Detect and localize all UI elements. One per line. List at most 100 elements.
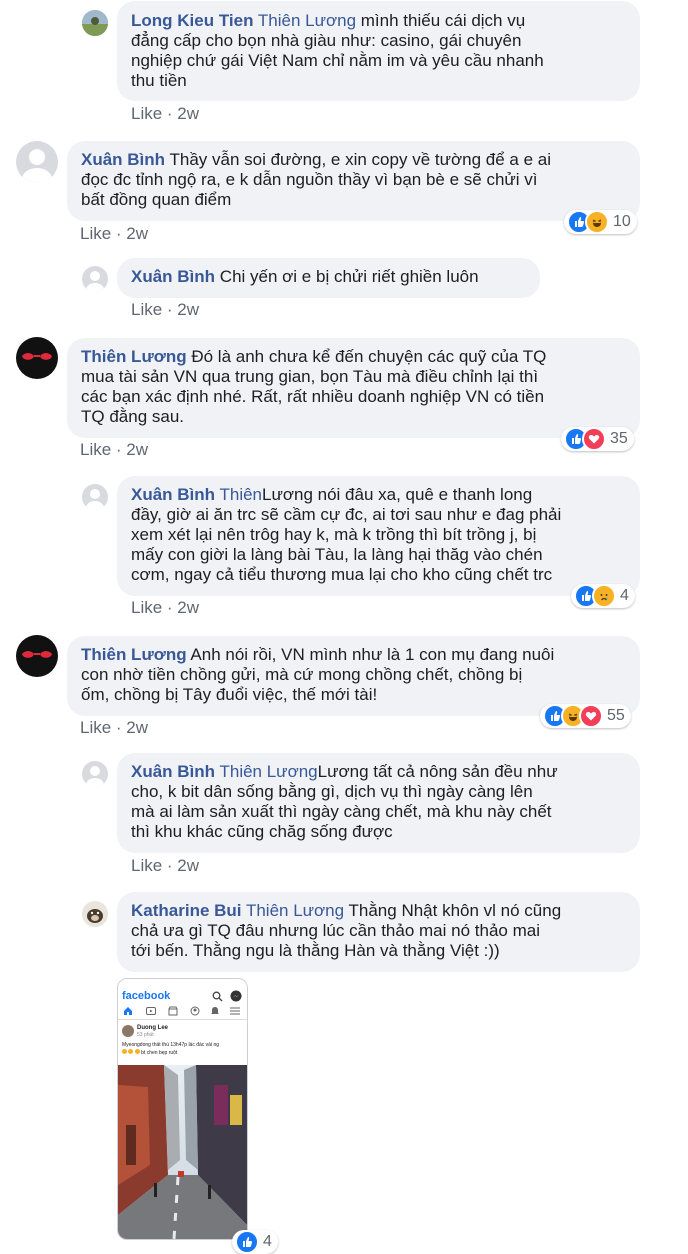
comment-bubble: Xuân Bình Thiên LươngLương tất cả nông s… [117, 753, 640, 853]
comment-mention[interactable]: Thiên Lương [219, 762, 317, 781]
comment-text-line: Lương tất cả nông sản đều như [317, 762, 558, 781]
comment-text-line: nghiệp chứ gái Việt Nam chỉ nằm im và yê… [131, 51, 544, 70]
comment-text-line: xem xét lại nên trôg hay k, mà k trồng t… [131, 525, 537, 544]
comment-text-line: chả ưa gì TQ đâu nhưng lúc cần thảo mai … [131, 921, 540, 940]
groups-icon [190, 1006, 200, 1016]
like-reaction-icon [235, 1230, 259, 1254]
like-button[interactable]: Like [131, 104, 162, 123]
comment-text-line: mình thiếu cái dịch vụ [360, 11, 526, 30]
comment-author[interactable]: Xuân Bình [131, 267, 215, 286]
laughing-emoji-icon [122, 1049, 127, 1054]
comment-author[interactable]: Xuân Bình [131, 485, 215, 504]
reaction-count: 55 [607, 707, 625, 724]
reaction-count: 35 [610, 430, 628, 447]
avatar[interactable] [16, 141, 58, 183]
messenger-icon [230, 990, 242, 1002]
landscape-avatar-icon [82, 10, 108, 36]
avatar[interactable] [16, 635, 58, 677]
avatar[interactable] [82, 266, 108, 292]
comment-author[interactable]: Xuân Bình [131, 762, 215, 781]
avatar[interactable] [82, 761, 108, 787]
post-text-second-line: bt chen bẹp ruột [122, 1049, 177, 1056]
comment-text-line: tới bến. Thằng ngu là thằng Hàn và thằng… [131, 941, 500, 960]
post-time: 53 phút [137, 1032, 154, 1038]
love-reaction-icon [582, 427, 606, 451]
post-text: Myeongdong thất thủ 13h47p lác đác vài n… [122, 1042, 220, 1048]
comment-text-line: Thằng Nhật khôn vl nó cũng [348, 901, 562, 920]
comment-text-line: đọc đc tỉnh ngộ ra, e k dẫn nguồn thầy v… [81, 170, 538, 189]
comment-time[interactable]: 2w [177, 598, 199, 617]
comment-mention[interactable]: Thiên Lương [246, 901, 344, 920]
default-avatar-icon [86, 489, 104, 510]
comment-text-line: thu tiền [131, 71, 187, 90]
comment-author[interactable]: Thiên Lương [81, 347, 187, 366]
comment-text-line: mấy con giời la làng bài Tàu, la làng hạ… [131, 545, 543, 564]
comment-mention[interactable]: Thiên [219, 485, 262, 504]
like-button[interactable]: Like [80, 224, 111, 243]
avatar[interactable] [82, 484, 108, 510]
reaction-summary[interactable]: 35 [561, 427, 634, 451]
like-button[interactable]: Like [80, 718, 111, 737]
post-author-avatar [122, 1025, 134, 1037]
avatar[interactable] [82, 901, 108, 927]
comment-bubble: Thiên Lương Đó là anh chưa kể đến chuyện… [67, 338, 640, 438]
search-icon [212, 991, 223, 1002]
comment-bubble: Xuân Bình Chi yến ơi e bị chửi riết ghiề… [117, 258, 540, 298]
comment-text-line: con nhờ tiền chồng gửi, mà cứ mong chồng… [81, 665, 523, 684]
comment-bubble: Xuân Bình ThiênLương nói đâu xa, quê e t… [117, 476, 640, 596]
like-button[interactable]: Like [131, 598, 162, 617]
comment-time[interactable]: 2w [126, 224, 148, 243]
comment-text-line: cơm, ngay cả tiểu thương mua lại cho kho… [131, 565, 553, 584]
like-button[interactable]: Like [131, 300, 162, 319]
reaction-summary[interactable]: 10 [564, 210, 637, 234]
comment-author[interactable]: Thiên Lương [81, 645, 187, 664]
comment-text-line: bất đồng quan điểm [81, 190, 232, 209]
comment-time[interactable]: 2w [126, 718, 148, 737]
haha-reaction-icon [585, 210, 609, 234]
like-button[interactable]: Like [131, 856, 162, 875]
comment-image-attachment[interactable]: facebook Duong Lee 53 phút Myeongdong th… [117, 978, 248, 1240]
laughing-emoji-icon [128, 1049, 134, 1054]
comment-time[interactable]: 2w [126, 440, 148, 459]
comment-text-line: Anh nói rồi, VN mình như là 1 con mụ đan… [190, 645, 555, 664]
comment-text-line: TQ đằng sau. [81, 407, 185, 426]
comment-text-line: mà ai làm sản xuất thì ngày càng chết, m… [131, 802, 552, 821]
avatar[interactable] [82, 10, 108, 36]
avatar[interactable] [16, 337, 58, 379]
comment-time[interactable]: 2w [177, 856, 199, 875]
like-button[interactable]: Like [80, 440, 111, 459]
comment-bubble: Xuân Bình Thầy vẫn soi đường, e xin copy… [67, 141, 640, 221]
comment-text-line: Thầy vẫn soi đường, e xin copy về tường … [169, 150, 551, 169]
reaction-summary[interactable]: 4 [571, 584, 635, 608]
facebook-logo: facebook [122, 990, 171, 1002]
sunglasses-avatar-icon [22, 651, 52, 658]
dog-avatar-icon [87, 909, 103, 923]
marketplace-icon [168, 1006, 178, 1016]
post-text-tail: bt chen bẹp ruột [141, 1050, 178, 1056]
comment-author[interactable]: Katharine Bui [131, 901, 242, 920]
default-avatar-icon [86, 271, 104, 292]
watch-icon [146, 1007, 156, 1015]
comment-text-line: đẳng cấp cho bọn nhà giàu như: casino, g… [131, 31, 522, 50]
comment-author[interactable]: Long Kieu Tien [131, 11, 253, 30]
home-icon [124, 1007, 132, 1015]
comment-bubble: Long Kieu Tien Thiên Lương mình thiếu cá… [117, 1, 640, 101]
comment-time[interactable]: 2w [177, 300, 199, 319]
comment-text-line: thì khu khác cũng chăg sống được [131, 822, 393, 841]
comment-text-line: Lương nói đâu xa, quê e thanh long [262, 485, 533, 504]
laughing-emoji-icon [134, 1049, 140, 1054]
comment-text-line: mua tài sản VN qua trung gian, bọn Tàu m… [81, 367, 539, 386]
reaction-count: 4 [620, 587, 629, 604]
reaction-summary[interactable]: 55 [540, 704, 631, 728]
reaction-count: 10 [613, 213, 631, 230]
reaction-summary[interactable]: 4 [232, 1230, 278, 1254]
street-photo [118, 1065, 247, 1239]
comment-text-line: Chi yến ơi e bị chửi riết ghiền luôn [219, 267, 479, 286]
comment-author[interactable]: Xuân Bình [81, 150, 165, 169]
comment-text-line: đầy, giờ ai ăn trc sẽ cầm cự đc, ai tơi … [131, 505, 562, 524]
comment-mention[interactable]: Thiên Lương [258, 11, 356, 30]
post-author: Duong Lee [137, 1025, 168, 1031]
sad-reaction-icon [592, 584, 616, 608]
comment-time[interactable]: 2w [177, 104, 199, 123]
nav-tabs [118, 1005, 247, 1020]
